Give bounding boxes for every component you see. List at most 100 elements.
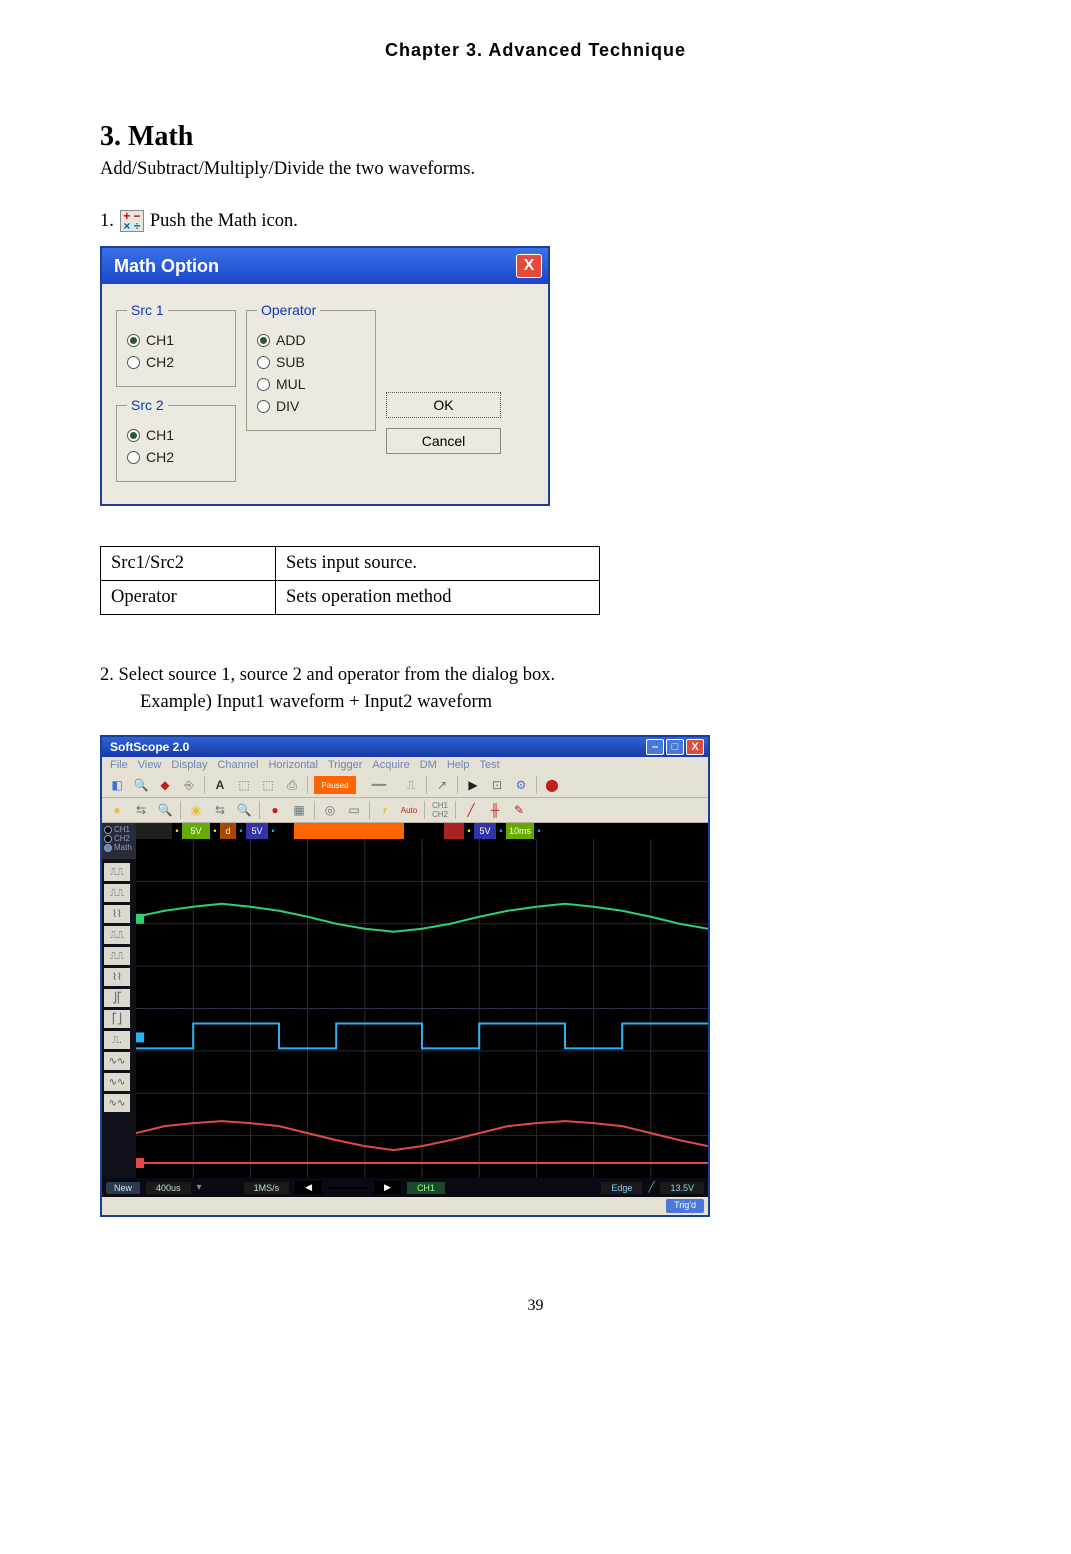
op-mul-radio[interactable]: MUL	[257, 376, 365, 392]
tool-icon[interactable]: ◆	[156, 776, 174, 794]
tool-icon[interactable]: ▭	[345, 801, 363, 819]
channel-chip[interactable]: 5V	[182, 823, 210, 839]
tool-icon[interactable]: ✎	[510, 801, 528, 819]
channel-chip[interactable]: •	[268, 823, 278, 839]
channel-chip[interactable]: 5V	[246, 823, 268, 839]
tool-icon[interactable]: ◧	[108, 776, 126, 794]
menu-channel[interactable]: Channel	[217, 759, 258, 771]
tool-icon[interactable]: ⊡	[488, 776, 506, 794]
status-new[interactable]: New	[106, 1182, 140, 1194]
src1-ch1-radio[interactable]: CH1	[127, 332, 225, 348]
op-add-radio[interactable]: ADD	[257, 332, 365, 348]
src1-ch2-radio[interactable]: CH2	[127, 354, 225, 370]
tool-a-icon[interactable]: A	[211, 776, 229, 794]
menu-acquire[interactable]: Acquire	[372, 759, 409, 771]
edge-rise-icon[interactable]: ⎦⎡	[104, 989, 130, 1007]
menu-file[interactable]: File	[110, 759, 128, 771]
waveform-icon[interactable]: ⌇⌇	[104, 905, 130, 923]
side-ch2-radio[interactable]: CH2	[104, 834, 134, 843]
tool-icon[interactable]: ━━	[362, 776, 396, 794]
maximize-icon[interactable]: □	[666, 739, 684, 755]
dot-icon[interactable]: ◉	[187, 801, 205, 819]
waveform-icon[interactable]: ∿∿	[104, 1052, 130, 1070]
channel-chip[interactable]: •	[496, 823, 506, 839]
waveform-icon[interactable]: ⌇⌇	[104, 968, 130, 986]
tool-icon[interactable]: CH1CH2	[431, 801, 449, 819]
waveform-icon[interactable]: ⎍⎍	[104, 863, 130, 881]
tool-icon[interactable]: ⬚	[235, 776, 253, 794]
next-icon[interactable]: ▶	[374, 1181, 401, 1194]
channel-chip[interactable]	[444, 823, 464, 839]
channel-chip[interactable]	[294, 823, 404, 839]
tool-icon[interactable]: ╫	[486, 801, 504, 819]
channel-chip[interactable]	[278, 823, 294, 839]
waveform-plot	[136, 839, 708, 1178]
table-row: Src1/Src2 Sets input source.	[101, 547, 600, 581]
tool-icon[interactable]: Auto	[400, 801, 418, 819]
target-icon[interactable]: ◎	[321, 801, 339, 819]
gear-icon[interactable]: ⚙	[512, 776, 530, 794]
menu-horizontal[interactable]: Horizontal	[268, 759, 318, 771]
op-sub-radio[interactable]: SUB	[257, 354, 365, 370]
tool-icon[interactable]: Paused	[314, 776, 356, 794]
side-math-radio[interactable]: Math	[104, 843, 134, 852]
edge-fall-icon[interactable]: ⎡⎦	[104, 1010, 130, 1028]
tool-icon[interactable]: ⬤	[543, 776, 561, 794]
waveform-icon[interactable]: ⎍⎍	[104, 947, 130, 965]
channel-chip[interactable]: •	[172, 823, 182, 839]
waveform-icon[interactable]: ⎍⎍	[104, 926, 130, 944]
waveform-icon[interactable]: ⎍⎍	[104, 884, 130, 902]
close-icon[interactable]: X	[686, 739, 704, 755]
waveform-icon[interactable]: ∿∿	[104, 1073, 130, 1091]
waveform-icon[interactable]: ∿∿	[104, 1094, 130, 1112]
menu-trigger[interactable]: Trigger	[328, 759, 362, 771]
op-div-radio[interactable]: DIV	[257, 398, 365, 414]
channel-chip[interactable]: 5V	[474, 823, 496, 839]
slope-icon[interactable]: ╱	[462, 801, 480, 819]
channel-chip[interactable]: •	[534, 823, 544, 839]
play-icon[interactable]: ▶	[464, 776, 482, 794]
op-opt-1: SUB	[276, 354, 305, 370]
channel-chip[interactable]: 10ms	[506, 823, 534, 839]
zoom-icon[interactable]: 🔍	[156, 801, 174, 819]
zoom-icon[interactable]: 🔍	[235, 801, 253, 819]
dot-icon[interactable]: ●	[108, 801, 126, 819]
channel-chip[interactable]: •	[236, 823, 246, 839]
ok-button[interactable]: OK	[386, 392, 501, 418]
menu-help[interactable]: Help	[447, 759, 470, 771]
menu-display[interactable]: Display	[171, 759, 207, 771]
math-icon[interactable]: + − × ÷	[120, 210, 144, 232]
close-icon[interactable]: X	[516, 254, 542, 278]
record-icon[interactable]: ●	[266, 801, 284, 819]
zoom-icon[interactable]: 🔍	[132, 776, 150, 794]
src2-ch1-radio[interactable]: CH1	[127, 427, 225, 443]
math-icon-bot: × ÷	[123, 221, 140, 231]
channel-chip[interactable]	[404, 823, 444, 839]
menu-dm[interactable]: DM	[420, 759, 437, 771]
tool-icon[interactable]: ⬚	[259, 776, 277, 794]
minimize-icon[interactable]: –	[646, 739, 664, 755]
tool-icon[interactable]: ⎆	[180, 776, 198, 794]
pulse-icon[interactable]: ⎍.	[104, 1031, 130, 1049]
channel-chip[interactable]: •	[210, 823, 220, 839]
cursor-icon[interactable]: ↗	[433, 776, 451, 794]
channel-chip[interactable]: •	[464, 823, 474, 839]
menu-test[interactable]: Test	[479, 759, 499, 771]
radio-icon	[257, 356, 270, 369]
cancel-button[interactable]: Cancel	[386, 428, 501, 454]
tool-icon[interactable]: ⇆	[132, 801, 150, 819]
prev-icon[interactable]: ◀	[295, 1181, 322, 1194]
scope-canvas[interactable]: •5V•d•5V••5V•10ms•	[136, 823, 708, 1178]
tool-icon[interactable]: ⎖	[376, 801, 394, 819]
side-ch1-radio[interactable]: CH1	[104, 825, 134, 834]
menu-view[interactable]: View	[138, 759, 162, 771]
pulse-icon[interactable]: ⎍	[402, 776, 420, 794]
grid-icon[interactable]: ▦	[290, 801, 308, 819]
src2-legend: Src 2	[127, 397, 168, 413]
scope-area: CH1 CH2 Math ⎍⎍ ⎍⎍ ⌇⌇ ⎍⎍ ⎍⎍ ⌇⌇ ⎦⎡ ⎡⎦ ⎍. …	[102, 823, 708, 1178]
channel-chip[interactable]	[136, 823, 172, 839]
tool-icon[interactable]: ⎙	[283, 776, 301, 794]
src2-ch2-radio[interactable]: CH2	[127, 449, 225, 465]
channel-chip[interactable]: d	[220, 823, 236, 839]
tool-icon[interactable]: ⇆	[211, 801, 229, 819]
